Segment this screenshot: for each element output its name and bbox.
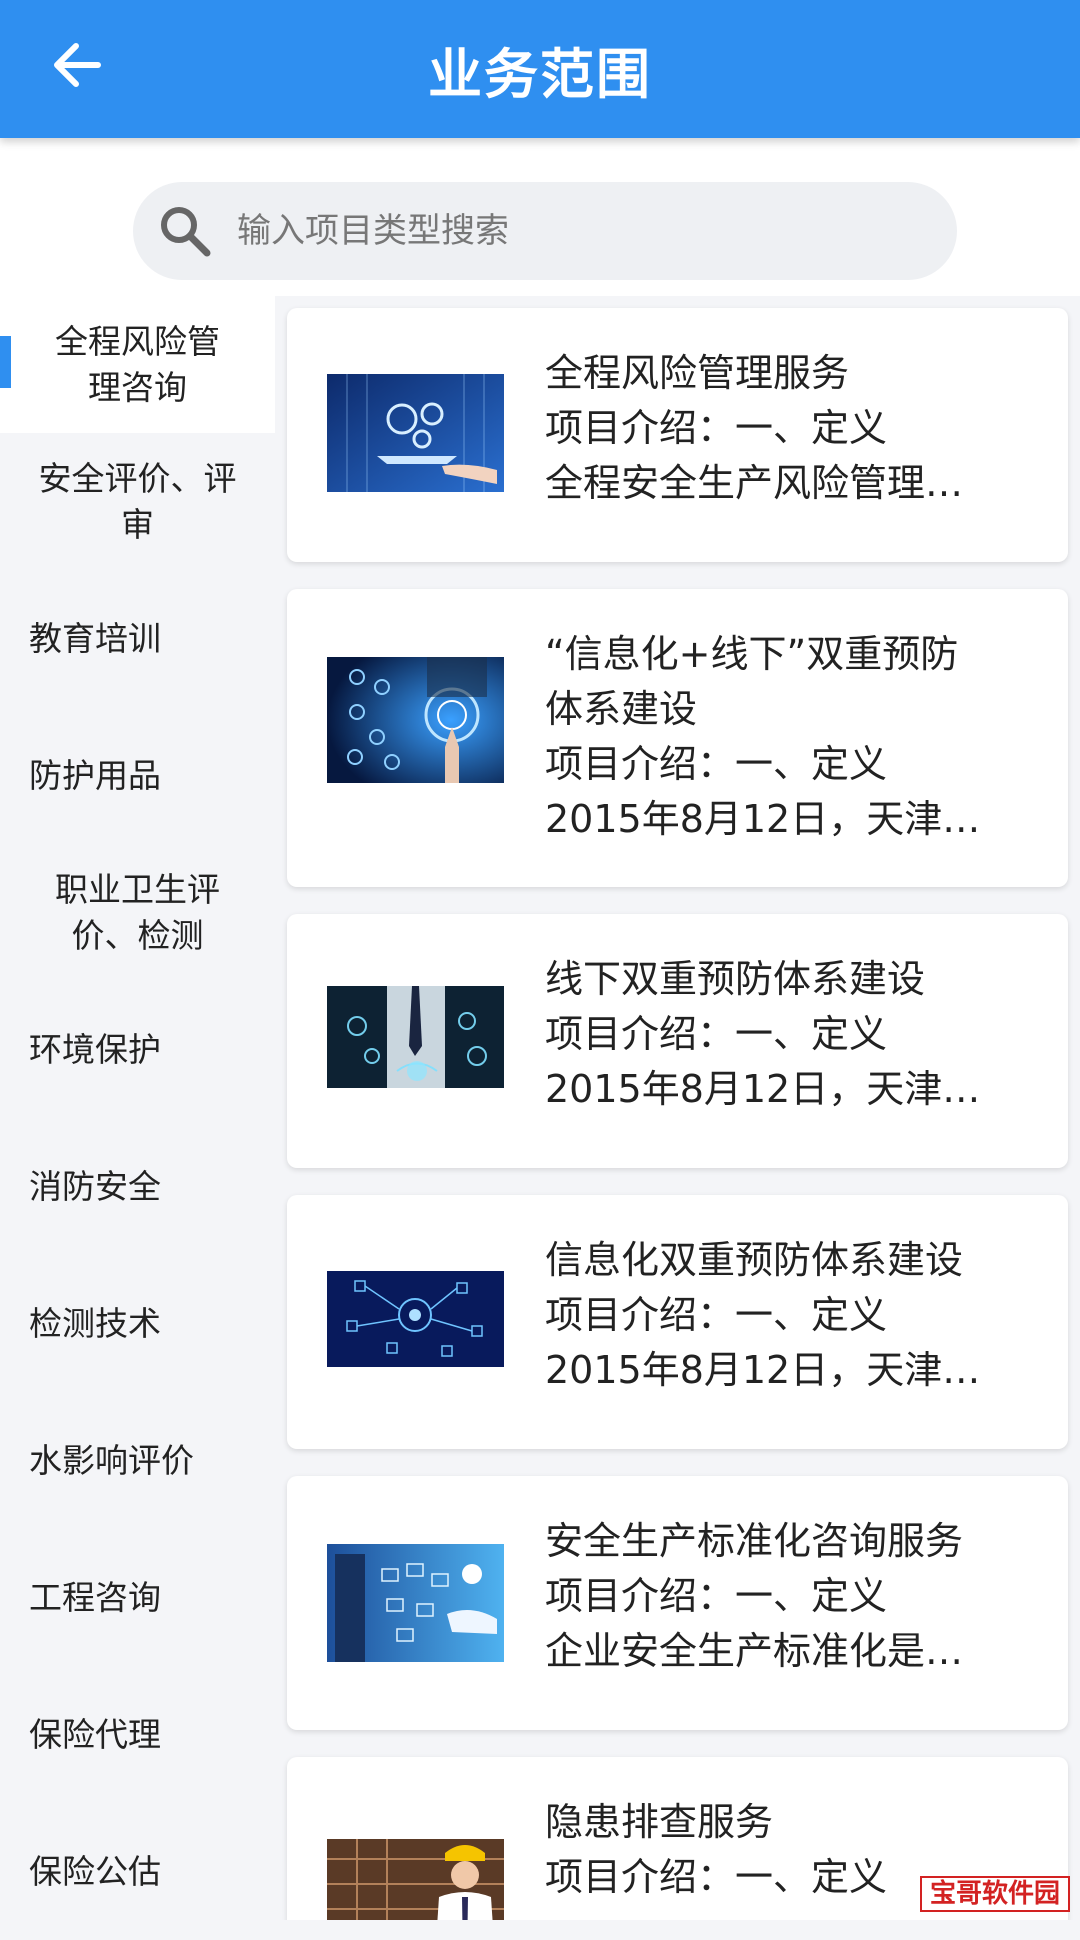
service-card[interactable]: 线下双重预防体系建设 项目介绍：一、定义 2015年8月12日，天津… bbox=[287, 914, 1068, 1168]
sidebar-item-risk-management[interactable]: 全程风险管理咨询 bbox=[0, 296, 275, 433]
sidebar-item-environment[interactable]: 环境保护 bbox=[0, 981, 275, 1118]
search-icon bbox=[153, 199, 217, 263]
service-card[interactable]: 信息化双重预防体系建设 项目介绍：一、定义 2015年8月12日，天津… bbox=[287, 1195, 1068, 1449]
service-list: 全程风险管理服务 项目介绍：一、定义 全程安全生产风险管理… “信息化+线下”双… bbox=[275, 296, 1080, 1920]
sidebar-item-label: 工程咨询 bbox=[29, 1575, 161, 1621]
service-card[interactable]: “信息化+线下”双重预防 体系建设 项目介绍：一、定义 2015年8月12日，天… bbox=[287, 589, 1068, 887]
sidebar-item-label: 安全评价、评审 bbox=[28, 456, 248, 548]
service-card[interactable]: 全程风险管理服务 项目介绍：一、定义 全程安全生产风险管理… bbox=[287, 308, 1068, 562]
service-title: 线下双重预防体系建设 bbox=[545, 952, 1028, 1007]
sidebar-item-label: 检测技术 bbox=[29, 1301, 161, 1347]
sidebar-item-label: 水影响评价 bbox=[29, 1438, 194, 1484]
sidebar-item-testing[interactable]: 检测技术 bbox=[0, 1255, 275, 1392]
app-header: 业务范围 bbox=[0, 0, 1080, 138]
service-thumbnail bbox=[327, 1271, 504, 1367]
service-title: 信息化双重预防体系建设 bbox=[545, 1233, 1028, 1288]
sidebar-item-engineering[interactable]: 工程咨询 bbox=[0, 1529, 275, 1666]
service-title-line2: 体系建设 bbox=[545, 682, 1028, 737]
service-intro: 项目介绍：一、定义 bbox=[545, 401, 1028, 456]
search-input[interactable] bbox=[237, 211, 897, 251]
service-intro: 项目介绍：一、定义 bbox=[545, 1007, 1028, 1062]
service-thumbnail bbox=[327, 1839, 504, 1920]
page-title: 业务范围 bbox=[0, 30, 1080, 109]
service-card[interactable]: 安全生产标准化咨询服务 项目介绍：一、定义 企业安全生产标准化是… bbox=[287, 1476, 1068, 1730]
sidebar-item-protective-equipment[interactable]: 防护用品 bbox=[0, 707, 275, 844]
service-summary: 2015年8月12日，天津… bbox=[545, 1343, 1028, 1398]
sidebar-item-insurance-assessment[interactable]: 保险公估 bbox=[0, 1803, 275, 1940]
sidebar-item-label: 职业卫生评价、检测 bbox=[43, 867, 233, 959]
sidebar-item-label: 教育培训 bbox=[29, 616, 161, 662]
watermark-logo: 宝哥软件园 bbox=[920, 1876, 1070, 1912]
sidebar-item-label: 保险公估 bbox=[29, 1849, 161, 1895]
category-sidebar: 全程风险管理咨询 安全评价、评审 教育培训 防护用品 职业卫生评价、检测 环境保… bbox=[0, 296, 275, 1920]
service-intro: 项目介绍：一、定义 bbox=[545, 737, 1028, 792]
service-title-line1: “信息化+线下”双重预防 bbox=[545, 627, 1028, 682]
search-bar-container bbox=[0, 138, 1080, 296]
service-thumbnail bbox=[327, 986, 504, 1088]
service-thumbnail bbox=[327, 657, 504, 783]
service-summary: 全程安全生产风险管理… bbox=[545, 456, 1028, 511]
service-intro: 项目介绍：一、定义 bbox=[545, 1569, 1028, 1624]
service-summary: 2015年8月12日，天津… bbox=[545, 1062, 1028, 1117]
service-thumbnail bbox=[327, 374, 504, 492]
service-title: 全程风险管理服务 bbox=[545, 346, 1028, 401]
sidebar-item-insurance-agency[interactable]: 保险代理 bbox=[0, 1666, 275, 1803]
sidebar-item-label: 防护用品 bbox=[29, 753, 161, 799]
service-thumbnail bbox=[327, 1544, 504, 1662]
sidebar-item-label: 保险代理 bbox=[29, 1712, 161, 1758]
sidebar-item-fire-safety[interactable]: 消防安全 bbox=[0, 1118, 275, 1255]
sidebar-item-label: 消防安全 bbox=[29, 1164, 161, 1210]
service-title: 隐患排查服务 bbox=[545, 1795, 1028, 1850]
sidebar-item-label: 环境保护 bbox=[29, 1027, 161, 1073]
sidebar-item-occupational-health[interactable]: 职业卫生评价、检测 bbox=[0, 844, 275, 981]
service-title: 安全生产标准化咨询服务 bbox=[545, 1514, 1028, 1569]
service-intro: 项目介绍：一、定义 bbox=[545, 1288, 1028, 1343]
sidebar-item-education[interactable]: 教育培训 bbox=[0, 570, 275, 707]
sidebar-item-label: 全程风险管理咨询 bbox=[43, 319, 233, 411]
sidebar-item-safety-evaluation[interactable]: 安全评价、评审 bbox=[0, 433, 275, 570]
service-summary: 2015年8月12日，天津… bbox=[545, 792, 1028, 847]
sidebar-item-water-impact[interactable]: 水影响评价 bbox=[0, 1392, 275, 1529]
search-box[interactable] bbox=[133, 182, 957, 280]
service-summary: 企业安全生产标准化是… bbox=[545, 1624, 1028, 1679]
